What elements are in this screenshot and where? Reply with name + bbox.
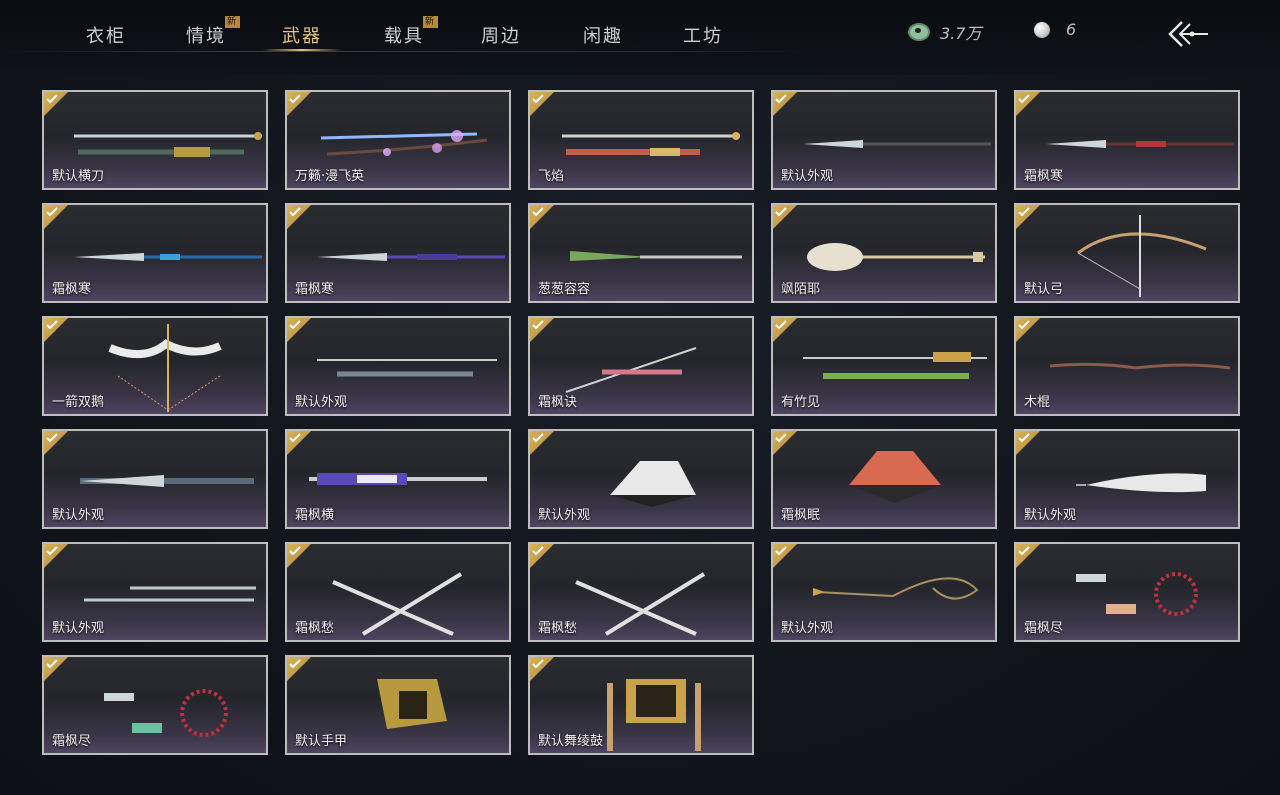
weapon-name: 默认弓 — [1024, 282, 1064, 297]
tab-label: 工坊 — [683, 26, 723, 47]
weapon-card[interactable]: 霜枫愁 — [285, 542, 511, 642]
weapon-card[interactable]: 默认外观 — [528, 429, 754, 529]
weapon-name: 默认舞绫鼓 — [538, 734, 604, 749]
weapon-name: 霜枫寒 — [1024, 169, 1064, 184]
weapon-name: 有竹见 — [781, 395, 821, 410]
weapon-card[interactable]: 飒陌耶 — [771, 203, 997, 303]
weapon-card[interactable]: 默认横刀 — [42, 90, 268, 190]
weapon-card[interactable]: 霜枫眠 — [771, 429, 997, 529]
weapon-card[interactable]: 霜枫尽 — [42, 655, 268, 755]
weapon-card[interactable]: 霜枫诀 — [528, 316, 754, 416]
top-nav-bar: 衣柜 情境新 武器 载具新 周边 闲趣 工坊 3.7万 6 — [0, 0, 1280, 75]
jade-currency: 3.7万 — [908, 20, 981, 44]
tab-wardrobe[interactable]: 衣柜 — [86, 22, 126, 48]
weapon-card[interactable]: 默认外观 — [771, 542, 997, 642]
weapon-card[interactable]: 飞焰 — [528, 90, 754, 190]
weapon-name: 默认外观 — [1024, 508, 1077, 523]
tab-label: 武器 — [282, 26, 322, 47]
tab-scene[interactable]: 情境新 — [186, 16, 240, 48]
back-button[interactable] — [1166, 20, 1210, 48]
weapon-name: 默认外观 — [781, 169, 834, 184]
weapon-name: 木棍 — [1024, 395, 1051, 410]
tab-workshop[interactable]: 工坊 — [683, 22, 723, 48]
new-badge: 新 — [422, 16, 438, 28]
tab-label: 闲趣 — [583, 26, 623, 47]
weapon-card[interactable]: 默认弓 — [1014, 203, 1240, 303]
weapon-card[interactable]: 葱葱容容 — [528, 203, 754, 303]
weapon-card[interactable]: 霜枫尽 — [1014, 542, 1240, 642]
tab-label: 情境 — [186, 26, 226, 47]
weapon-card[interactable]: 霜枫寒 — [1014, 90, 1240, 190]
tab-leisure[interactable]: 闲趣 — [583, 22, 623, 48]
weapon-card[interactable]: 默认外观 — [42, 429, 268, 529]
weapon-name: 霜枫眠 — [781, 508, 821, 523]
weapon-name: 霜枫愁 — [538, 621, 578, 636]
weapon-card[interactable]: 默认舞绫鼓 — [528, 655, 754, 755]
tab-label: 载具 — [384, 26, 424, 47]
weapon-name: 飒陌耶 — [781, 282, 821, 297]
weapon-card[interactable]: 木棍 — [1014, 316, 1240, 416]
weapon-card[interactable]: 默认外观 — [771, 90, 997, 190]
active-tab-indicator — [262, 49, 342, 51]
tab-label: 周边 — [481, 26, 521, 47]
weapon-name: 霜枫尽 — [52, 734, 92, 749]
weapon-card[interactable]: 默认手甲 — [285, 655, 511, 755]
weapon-name: 默认外观 — [781, 621, 834, 636]
tab-label: 衣柜 — [86, 26, 126, 47]
weapon-name: 万籁·漫飞英 — [295, 169, 365, 184]
weapon-card[interactable]: 万籁·漫飞英 — [285, 90, 511, 190]
weapon-card[interactable]: 霜枫寒 — [285, 203, 511, 303]
weapon-name: 默认外观 — [52, 621, 105, 636]
weapon-card[interactable]: 霜枫横 — [285, 429, 511, 529]
nav-divider — [0, 51, 810, 52]
weapon-name: 默认手甲 — [295, 734, 348, 749]
weapon-name: 默认横刀 — [52, 169, 105, 184]
pearl-amount: 6 — [1066, 20, 1077, 39]
weapon-name: 霜枫愁 — [295, 621, 335, 636]
weapon-card[interactable]: 一箭双鹅 — [42, 316, 268, 416]
weapon-name: 默认外观 — [295, 395, 348, 410]
weapon-name: 葱葱容容 — [538, 282, 591, 297]
weapon-name: 霜枫寒 — [52, 282, 92, 297]
weapon-name: 一箭双鹅 — [52, 395, 105, 410]
jade-coin-icon — [908, 23, 930, 41]
weapon-card[interactable]: 默认外观 — [285, 316, 511, 416]
weapon-card[interactable]: 有竹见 — [771, 316, 997, 416]
weapon-card[interactable]: 默认外观 — [42, 542, 268, 642]
weapon-name: 霜枫横 — [295, 508, 335, 523]
weapon-name: 霜枫尽 — [1024, 621, 1064, 636]
jade-amount: 3.7万 — [940, 24, 982, 43]
weapon-card[interactable]: 霜枫愁 — [528, 542, 754, 642]
weapon-card[interactable]: 霜枫寒 — [42, 203, 268, 303]
weapon-name: 默认外观 — [538, 508, 591, 523]
tab-peripherals[interactable]: 周边 — [481, 22, 521, 48]
weapon-card[interactable]: 默认外观 — [1014, 429, 1240, 529]
tab-vehicles[interactable]: 载具新 — [384, 16, 438, 48]
weapon-name: 霜枫诀 — [538, 395, 578, 410]
pearl-icon — [1034, 21, 1050, 38]
weapon-name: 飞焰 — [538, 169, 565, 184]
weapon-name: 默认外观 — [52, 508, 105, 523]
new-badge: 新 — [224, 16, 240, 28]
pearl-currency: 6 — [1034, 20, 1076, 39]
weapon-name: 霜枫寒 — [295, 282, 335, 297]
back-arrow-icon — [1168, 21, 1208, 47]
tab-weapons[interactable]: 武器 — [282, 22, 322, 48]
